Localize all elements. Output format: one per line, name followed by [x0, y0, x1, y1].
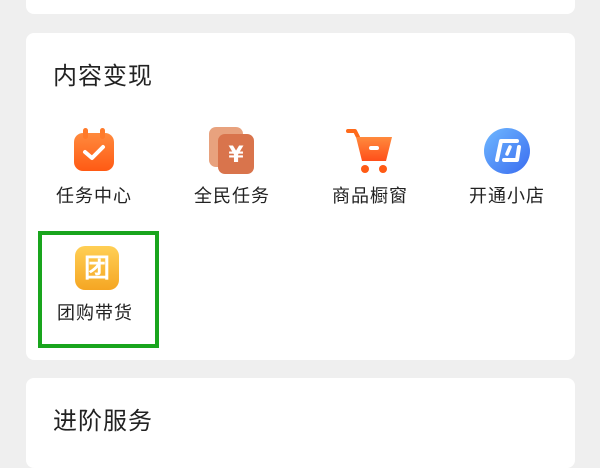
section-title: 进阶服务 — [53, 407, 153, 435]
svg-text:¥: ¥ — [228, 143, 244, 168]
public-tasks-tile[interactable]: ¥ 全民任务 — [172, 127, 292, 237]
svg-text:团: 团 — [84, 254, 110, 284]
yuan-coupon-icon: ¥ — [208, 127, 256, 175]
previous-section-card — [26, 0, 575, 14]
group-buy-label: 团购带货 — [57, 303, 133, 324]
group-buy-icon: 团 — [73, 244, 121, 292]
product-window-label: 商品橱窗 — [332, 186, 408, 207]
section-title: 内容变现 — [53, 62, 153, 90]
task-center-label: 任务中心 — [56, 186, 132, 207]
open-shop-tile[interactable]: 开通小店 — [447, 127, 567, 237]
product-window-tile[interactable]: 商品橱窗 — [310, 127, 430, 237]
task-center-tile[interactable]: 任务中心 — [34, 127, 154, 237]
open-shop-label: 开通小店 — [469, 186, 545, 207]
group-buy-tile[interactable]: 团 团购带货 — [37, 244, 157, 354]
public-tasks-label: 全民任务 — [194, 186, 270, 207]
advanced-services-card: 进阶服务 — [26, 378, 575, 468]
shop-logo-icon — [483, 127, 531, 175]
shopping-cart-icon — [346, 127, 394, 175]
task-calendar-icon — [70, 127, 118, 175]
